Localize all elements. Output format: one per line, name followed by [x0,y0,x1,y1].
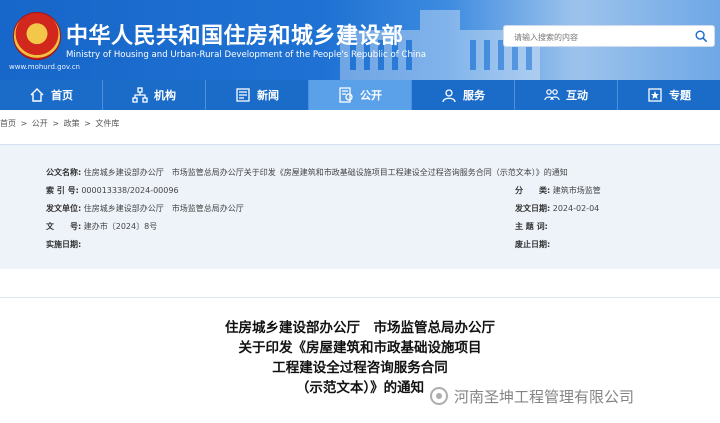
nav-label: 互动 [566,89,588,102]
news-icon [236,88,250,102]
meta-effective-row: 实施日期: [46,239,81,250]
meta-date-row: 发文日期: 2024-02-04 [515,203,599,214]
meta-label: 废止日期: [515,240,551,249]
nav-item-news[interactable]: 新闻 [206,80,309,110]
breadcrumb-home[interactable]: 首页 [0,119,16,128]
site-subtitle: Ministry of Housing and Urban-Rural Deve… [66,50,427,60]
nav-item-topic[interactable]: 专题 [618,80,720,110]
meta-label: 实施日期: [46,240,82,249]
meta-label: 公文名称: [46,168,82,177]
search-icon[interactable] [694,29,708,43]
meta-document-number: 建办市〔2024〕8号 [83,222,158,231]
site-url: www.mohurd.gov.cn [9,63,80,71]
breadcrumb: 首页 > 公开 > 政策 > 文件库 [0,118,720,136]
meta-category-row: 分 类: 建筑市场监管 [515,185,601,196]
service-icon [442,89,456,103]
document-meta-panel: 公文名称: 住房城乡建设部办公厅 市场监管总局办公厅关于印发《房屋建筑和市政基础… [0,144,720,271]
breadcrumb-separator: > [52,119,60,128]
meta-category: 建筑市场监管 [552,186,601,195]
search-box [503,25,715,47]
nav-item-home[interactable]: 首页 [0,80,103,110]
nav-label: 服务 [463,89,485,102]
watermark: 河南圣坤工程管理有限公司 [430,383,634,409]
breadcrumb-library[interactable]: 文件库 [95,119,119,128]
main-nav: 首页 机构 新闻 公开 服务 互动 专题 [0,80,720,110]
divider [0,297,720,298]
meta-document-title: 住房城乡建设部办公厅 市场监管总局办公厅关于印发《房屋建筑和市政基础设施项目工程… [83,168,568,177]
organization-icon [132,87,148,103]
nav-item-service[interactable]: 服务 [412,80,515,110]
nav-item-disclosure[interactable]: 公开 [309,80,412,110]
topic-icon [648,88,662,102]
search-input[interactable] [512,29,686,45]
meta-label: 索 引 号: [46,186,79,195]
nav-label: 机构 [154,89,176,102]
meta-expire-row: 废止日期: [515,239,550,250]
nav-item-organization[interactable]: 机构 [103,80,206,110]
breadcrumb-separator: > [84,119,91,128]
breadcrumb-policy[interactable]: 政策 [64,119,80,128]
site-header: www.mohurd.gov.cn 中华人民共和国住房和城乡建设部 Minist… [0,0,720,80]
site-title[interactable]: 中华人民共和国住房和城乡建设部 [66,18,404,50]
meta-label: 分 类: [515,186,551,195]
meta-issue-date: 2024-02-04 [552,204,600,213]
interaction-icon [544,89,560,101]
breadcrumb-separator: > [20,119,28,128]
meta-docno-row: 文 号: 建办市〔2024〕8号 [46,221,157,232]
watermark-text: 河南圣坤工程管理有限公司 [454,387,635,406]
wechat-logo-icon [430,387,448,405]
meta-label: 发文单位: [46,204,82,213]
breadcrumb-disclosure[interactable]: 公开 [32,119,48,128]
section-spacer [0,269,720,299]
disclosure-icon [339,87,353,103]
meta-label: 文 号: [46,222,82,231]
nav-label: 新闻 [257,89,279,102]
home-icon [30,88,44,102]
article-title-line: 关于印发《房屋建筑和市政基础设施项目 [238,340,482,356]
national-emblem-logo[interactable] [13,12,61,60]
nav-label: 专题 [669,89,691,102]
meta-index-number: 000013338/2024-00096 [81,186,179,195]
nav-label: 首页 [51,89,73,102]
nav-item-interaction[interactable]: 互动 [515,80,618,110]
meta-topic-row: 主 题 词: [515,221,548,232]
meta-label: 主 题 词: [515,222,548,231]
meta-issuer: 住房城乡建设部办公厅 市场监管总局办公厅 [83,204,244,213]
meta-title-row: 公文名称: 住房城乡建设部办公厅 市场监管总局办公厅关于印发《房屋建筑和市政基础… [46,167,568,178]
article-title-line: 工程建设全过程咨询服务合同 [272,360,448,376]
meta-label: 发文日期: [515,204,551,213]
nav-label: 公开 [360,89,382,102]
meta-issuer-row: 发文单位: 住房城乡建设部办公厅 市场监管总局办公厅 [46,203,244,214]
article-title-line: 住房城乡建设部办公厅 市场监管总局办公厅 [225,320,495,336]
meta-index-row: 索 引 号: 000013338/2024-00096 [46,185,179,196]
